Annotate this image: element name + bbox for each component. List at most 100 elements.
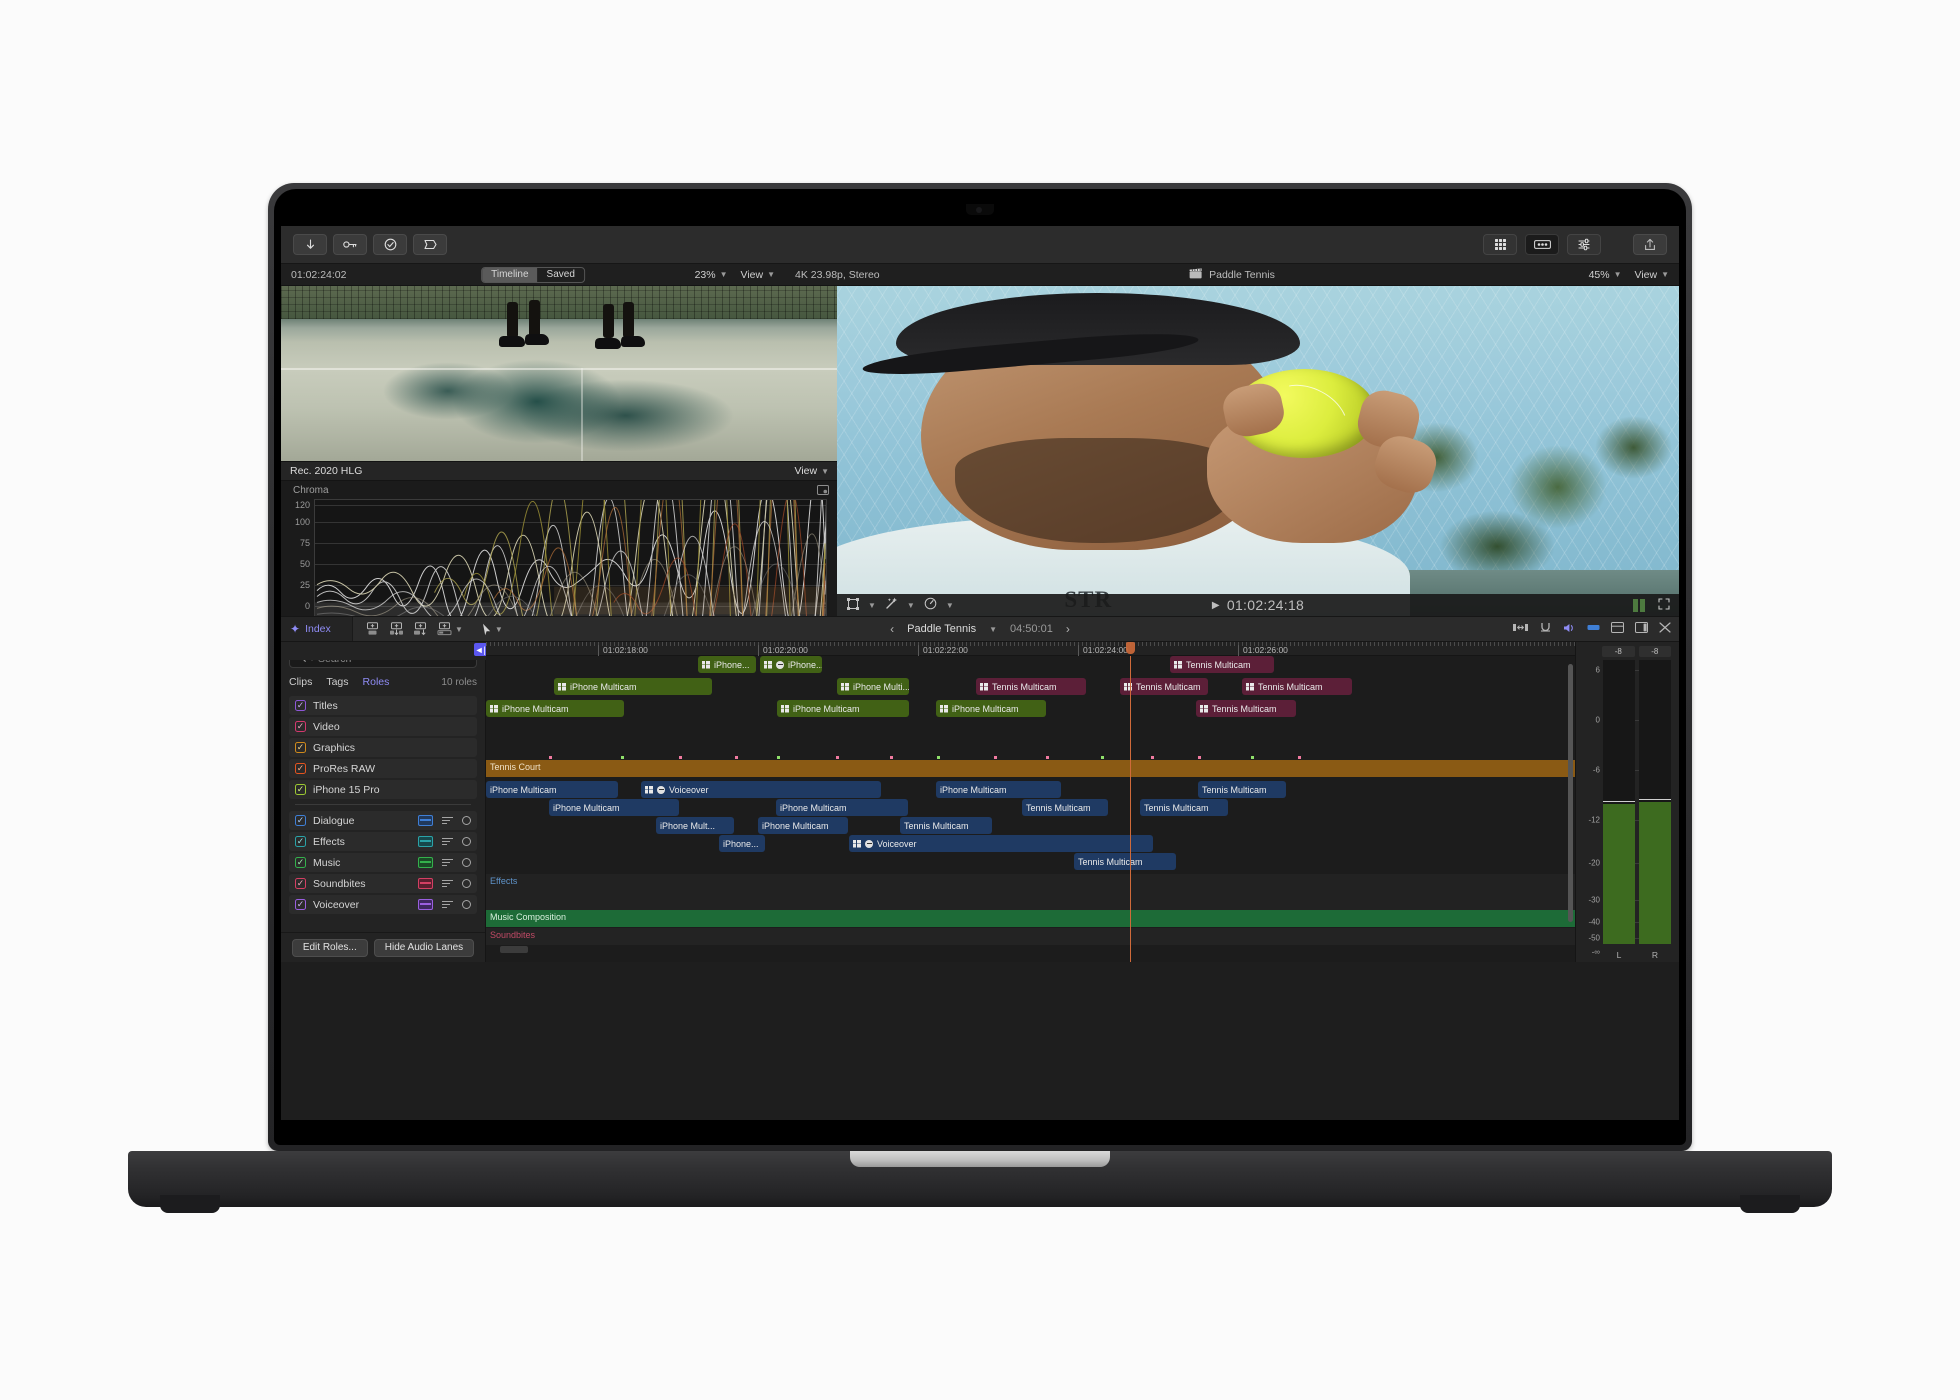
- role-row-effects[interactable]: ✓ Effects: [289, 832, 477, 851]
- clip-appearance-icon[interactable]: [1611, 622, 1624, 636]
- close-icon[interactable]: [1659, 622, 1671, 636]
- timeline-clip[interactable]: iPhone Multicam: [776, 799, 908, 816]
- role-checkbox[interactable]: ✓: [295, 815, 306, 826]
- program-viewer[interactable]: STR ▼: [837, 286, 1679, 616]
- select-tool-icon[interactable]: ▼: [482, 623, 503, 636]
- timeline-project-name[interactable]: Paddle Tennis: [907, 623, 976, 635]
- connect-icon[interactable]: ▼: [437, 622, 463, 636]
- segment-saved[interactable]: Saved: [538, 268, 584, 282]
- solo-icon[interactable]: [462, 816, 471, 825]
- lane-band-tennis-court[interactable]: Tennis Court: [486, 760, 1575, 777]
- left-viewer-view-menu[interactable]: View ▼: [741, 269, 776, 281]
- keywords-button[interactable]: [333, 234, 367, 255]
- role-checkbox[interactable]: ✓: [295, 878, 306, 889]
- share-button[interactable]: [1633, 234, 1667, 255]
- audio-lane-icon[interactable]: [418, 878, 433, 889]
- timeline-clip[interactable]: iPhone...: [760, 656, 822, 673]
- role-row-iphone-15-pro[interactable]: ✓ iPhone 15 Pro: [289, 780, 477, 799]
- timeline-canvas[interactable]: 01:02:18:00 01:02:20:00 01:02:22:00 01:0…: [486, 642, 1575, 962]
- overwrite-icon[interactable]: [413, 622, 428, 636]
- chevron-down-icon[interactable]: ▼: [868, 601, 876, 610]
- back-arrow-icon[interactable]: ‹: [890, 622, 894, 636]
- timeline-clip[interactable]: iPhone Multicam: [936, 700, 1046, 717]
- timeline-clip[interactable]: Tennis Multicam: [1074, 853, 1176, 870]
- right-viewer-view-menu[interactable]: View ▼: [1635, 269, 1670, 281]
- trim-icon[interactable]: [1513, 622, 1528, 636]
- inspector-button[interactable]: [1567, 234, 1601, 255]
- timeline-clip[interactable]: Voiceover: [641, 781, 881, 798]
- timeline-saved-segmented[interactable]: Timeline Saved: [481, 266, 585, 283]
- fullscreen-icon[interactable]: [1658, 597, 1670, 613]
- timeline-clip[interactable]: Tennis Multicam: [1242, 678, 1352, 695]
- role-row-voiceover[interactable]: ✓ Voiceover: [289, 895, 477, 914]
- timeline-ruler[interactable]: 01:02:18:00 01:02:20:00 01:02:22:00 01:0…: [486, 642, 1575, 656]
- chevron-down-icon[interactable]: ▼: [455, 625, 463, 634]
- retime-icon[interactable]: [924, 597, 937, 613]
- lane-band-soundbites[interactable]: Soundbites: [486, 928, 1575, 945]
- browser-button[interactable]: [1483, 234, 1517, 255]
- ratings-button[interactable]: [373, 234, 407, 255]
- timeline-clip[interactable]: iPhone...: [719, 835, 765, 852]
- mixer-icon[interactable]: [442, 900, 453, 909]
- snapshot-icon[interactable]: [817, 485, 829, 498]
- audio-skimming-icon[interactable]: [1563, 622, 1576, 637]
- role-checkbox[interactable]: ✓: [295, 763, 306, 774]
- timeline-clip[interactable]: Tennis Multicam: [900, 817, 992, 834]
- timeline-clip[interactable]: iPhone Multicam: [936, 781, 1061, 798]
- timeline-clip[interactable]: Tennis Multicam: [1198, 781, 1286, 798]
- timeline-scrollbar[interactable]: [1568, 658, 1573, 958]
- timeline-clip[interactable]: iPhone Mult...: [656, 817, 734, 834]
- role-row-video[interactable]: ✓ Video: [289, 717, 477, 736]
- role-checkbox[interactable]: ✓: [295, 836, 306, 847]
- segment-timeline[interactable]: Timeline: [482, 267, 538, 282]
- playhead[interactable]: [1126, 642, 1135, 962]
- timeline-clip[interactable]: iPhone Multicam: [486, 781, 618, 798]
- role-row-prores-raw[interactable]: ✓ ProRes RAW: [289, 759, 477, 778]
- tab-roles[interactable]: Roles: [363, 676, 390, 688]
- playhead-knob[interactable]: [1126, 642, 1135, 654]
- timeline-clip[interactable]: iPhone Multicam: [777, 700, 909, 717]
- timeline-clip[interactable]: Tennis Multicam: [976, 678, 1086, 695]
- solo-icon[interactable]: [462, 837, 471, 846]
- append-icon[interactable]: [365, 622, 380, 636]
- timeline-clip[interactable]: Voiceover: [849, 835, 1153, 852]
- role-checkbox[interactable]: ✓: [295, 784, 306, 795]
- timeline-clip[interactable]: Tennis Multicam: [1120, 678, 1208, 695]
- mixer-icon[interactable]: [442, 816, 453, 825]
- play-icon[interactable]: ▶: [1212, 600, 1220, 611]
- mixer-icon[interactable]: [442, 858, 453, 867]
- audio-lane-icon[interactable]: [418, 899, 433, 910]
- mixer-icon[interactable]: [442, 879, 453, 888]
- left-viewer-zoom-menu[interactable]: 23% ▼: [695, 269, 728, 281]
- role-checkbox[interactable]: ✓: [295, 742, 306, 753]
- audio-lane-icon[interactable]: [418, 857, 433, 868]
- timeline-clip[interactable]: iPhone Multicam: [486, 700, 624, 717]
- chevron-down-icon[interactable]: ▼: [907, 601, 915, 610]
- role-checkbox[interactable]: ✓: [295, 700, 306, 711]
- timeline-clip[interactable]: iPhone Multicam: [554, 678, 712, 695]
- lane-band-effects[interactable]: Effects: [486, 874, 1575, 910]
- effects-wand-icon[interactable]: [885, 597, 898, 613]
- role-checkbox[interactable]: ✓: [295, 857, 306, 868]
- timeline-clip[interactable]: Tennis Multicam: [1022, 799, 1108, 816]
- solo-icon[interactable]: [1587, 623, 1600, 635]
- transform-icon[interactable]: [847, 597, 859, 613]
- audio-lane-icon[interactable]: [418, 836, 433, 847]
- effects-browser-button[interactable]: [1525, 234, 1559, 255]
- import-media-button[interactable]: [293, 234, 327, 255]
- chevron-down-icon[interactable]: ▼: [495, 625, 503, 634]
- solo-icon[interactable]: [462, 900, 471, 909]
- role-row-titles[interactable]: ✓ Titles: [289, 696, 477, 715]
- index-toggle-icon[interactable]: [1635, 622, 1648, 636]
- tab-tags[interactable]: Tags: [326, 676, 348, 688]
- audio-lane-icon[interactable]: [418, 815, 433, 826]
- role-checkbox[interactable]: ✓: [295, 899, 306, 910]
- role-row-graphics[interactable]: ✓ Graphics: [289, 738, 477, 757]
- chevron-down-icon[interactable]: ▼: [989, 625, 997, 634]
- timeline-clip[interactable]: iPhone Multicam: [758, 817, 848, 834]
- timeline-clip[interactable]: Tennis Multicam: [1196, 700, 1296, 717]
- lane-band-music-composition[interactable]: Music Composition: [486, 910, 1575, 927]
- role-row-music[interactable]: ✓ Music: [289, 853, 477, 872]
- partial-clip[interactable]: [500, 946, 528, 953]
- hide-audio-lanes-button[interactable]: Hide Audio Lanes: [373, 938, 475, 957]
